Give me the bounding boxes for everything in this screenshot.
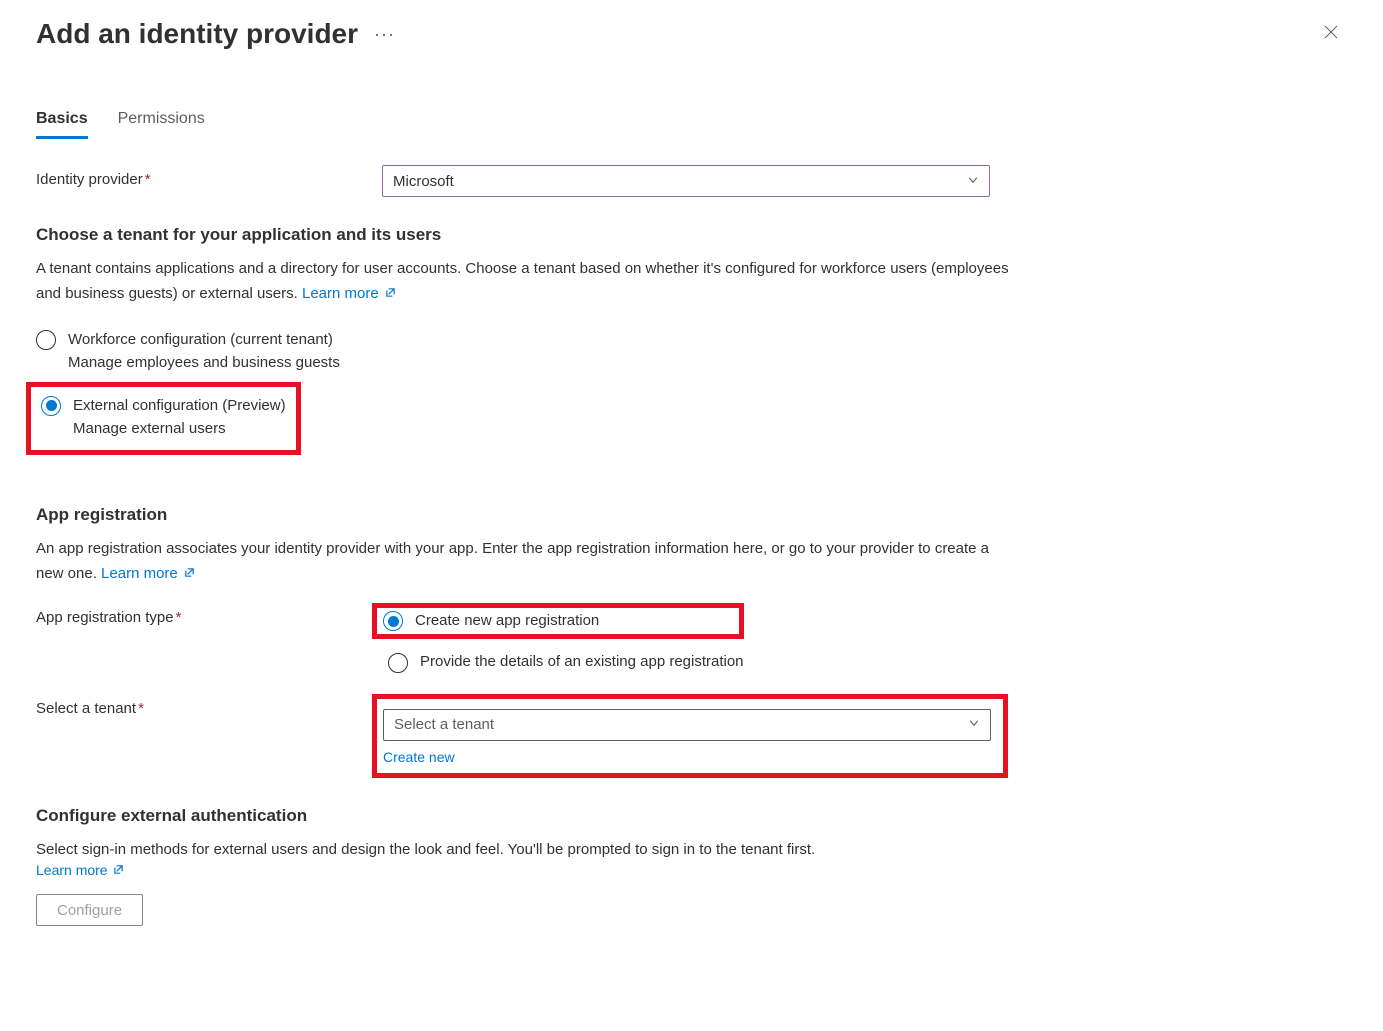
external-link-icon [184,562,195,587]
external-link-icon [385,282,396,307]
external-sub: Manage external users [73,417,286,442]
tab-bar: Basics Permissions [36,110,1347,139]
select-tenant-field: Select a tenant* Select a tenant Create … [36,694,1347,778]
highlight-external-option: External configuration (Preview) Manage … [26,382,301,455]
app-reg-create-option[interactable]: Create new app registration [383,610,599,633]
identity-provider-dropdown[interactable]: Microsoft [382,165,990,197]
create-reg-label: Create new app registration [415,610,599,633]
select-tenant-label: Select a tenant* [36,694,382,717]
app-reg-desc: An app registration associates your iden… [36,537,1016,587]
external-auth-heading: Configure external authentication [36,806,1347,826]
select-tenant-dropdown[interactable]: Select a tenant [383,709,991,741]
radio-icon [383,611,403,631]
highlight-create-new-reg: Create new app registration [372,603,744,640]
identity-provider-value: Microsoft [393,173,454,190]
app-reg-existing-option[interactable]: Provide the details of an existing app r… [388,651,744,674]
more-menu-icon[interactable]: ··· [374,24,395,45]
select-tenant-placeholder: Select a tenant [394,716,494,733]
close-icon[interactable] [1315,20,1347,49]
tenant-section-desc: A tenant contains applications and a dir… [36,257,1016,307]
existing-reg-label: Provide the details of an existing app r… [420,651,744,674]
configure-button[interactable]: Configure [36,894,143,926]
chevron-down-icon [968,716,980,733]
external-auth-learn-more-link[interactable]: Learn more [36,862,124,878]
radio-icon [36,330,56,350]
tenant-learn-more-link[interactable]: Learn more [302,285,396,302]
app-reg-learn-more-link[interactable]: Learn more [101,565,195,582]
identity-provider-label: Identity provider* [36,165,382,188]
app-reg-type-field: App registration type* Create new app re… [36,603,1347,674]
radio-icon [388,653,408,673]
chevron-down-icon [967,173,979,190]
workforce-sub: Manage employees and business guests [68,351,340,376]
external-title: External configuration (Preview) [73,395,286,418]
external-auth-desc: Select sign-in methods for external user… [36,838,1016,863]
app-reg-heading: App registration [36,505,1347,525]
external-link-icon [113,862,124,878]
page-title: Add an identity provider [36,18,358,50]
tenant-workforce-option[interactable]: Workforce configuration (current tenant)… [36,323,1347,382]
identity-provider-field: Identity provider* Microsoft [36,165,1347,197]
tab-basics[interactable]: Basics [36,110,88,139]
create-new-tenant-link[interactable]: Create new [383,749,991,765]
tab-permissions[interactable]: Permissions [118,110,205,139]
tenant-external-option[interactable]: External configuration (Preview) Manage … [41,393,286,444]
workforce-title: Workforce configuration (current tenant) [68,329,340,352]
app-reg-type-label: App registration type* [36,603,382,626]
tenant-type-radio-group: Workforce configuration (current tenant)… [36,323,1347,456]
tenant-section-heading: Choose a tenant for your application and… [36,225,1347,245]
panel-header: Add an identity provider ··· [36,18,1347,50]
highlight-select-tenant: Select a tenant Create new [372,694,1008,778]
radio-icon [41,396,61,416]
